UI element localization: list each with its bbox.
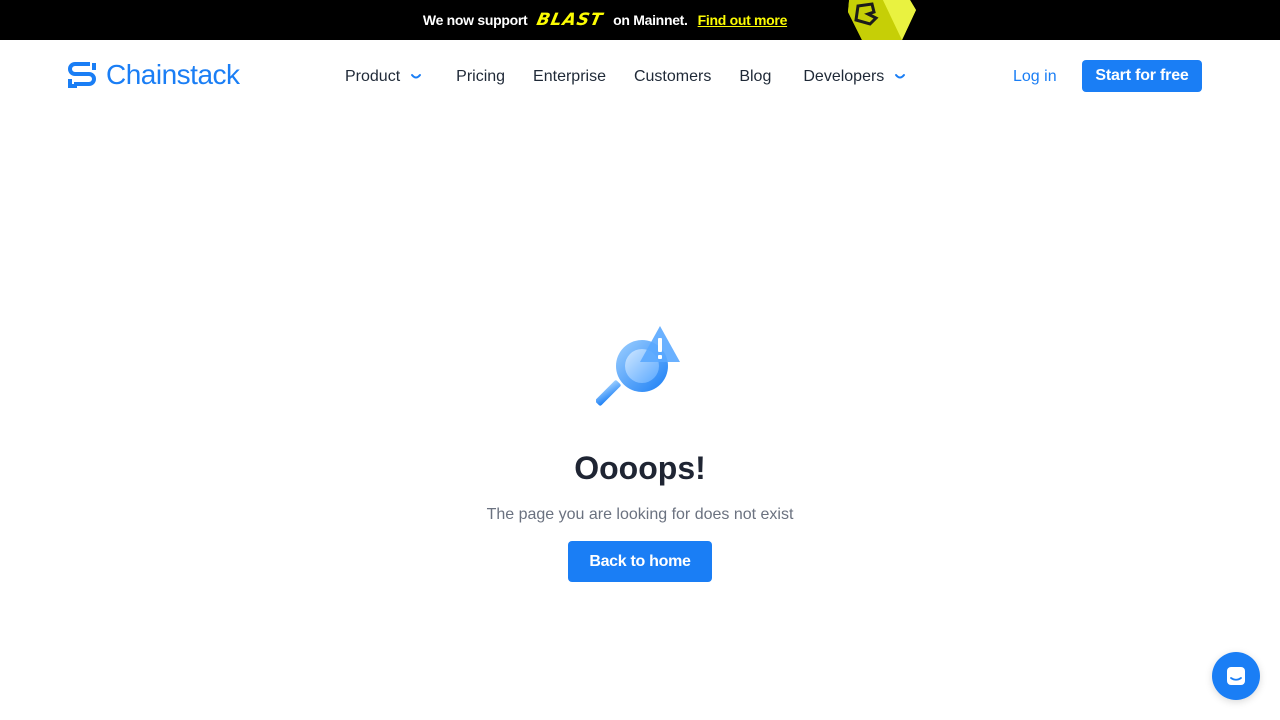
nav-item-label: Blog <box>739 68 772 85</box>
chevron-down-icon <box>411 74 422 79</box>
nav-item-pricing[interactable]: Pricing <box>456 68 505 86</box>
find-out-more-link[interactable]: Find out more <box>698 12 788 28</box>
announcement-bar: We now support BLAST on Mainnet. Find ou… <box>0 0 1280 40</box>
logo-text: Chainstack <box>106 59 240 90</box>
chat-icon <box>1227 667 1245 685</box>
back-to-home-button[interactable]: Back to home <box>568 541 712 582</box>
start-for-free-button[interactable]: Start for free <box>1082 60 1202 92</box>
main-nav: Product Pricing Enterprise Customers Blo… <box>345 68 934 86</box>
announcement-content: We now support BLAST on Mainnet. Find ou… <box>423 10 787 30</box>
blast-cube-icon <box>848 0 916 40</box>
nav-item-customers[interactable]: Customers <box>634 68 711 86</box>
nav-item-label: Pricing <box>456 68 506 85</box>
nav-item-label: Enterprise <box>533 68 606 85</box>
nav-item-product[interactable]: Product <box>345 68 422 86</box>
login-link[interactable]: Log in <box>1013 68 1057 86</box>
nav-item-developers[interactable]: Developers <box>803 68 906 86</box>
chainstack-logo[interactable]: Chainstack <box>66 59 240 91</box>
nav-item-label: Customers <box>633 68 712 85</box>
chevron-down-icon <box>895 74 906 79</box>
blast-logo: BLAST <box>535 10 606 30</box>
site-header: Chainstack Product Pricing Enterprise Cu… <box>0 40 1280 114</box>
chat-launcher-button[interactable] <box>1212 652 1260 700</box>
chainstack-logo-icon <box>68 62 96 88</box>
search-warning-icon <box>596 326 680 406</box>
nav-item-enterprise[interactable]: Enterprise <box>533 68 606 86</box>
error-title: Oooops! <box>574 450 706 486</box>
error-message: The page you are looking for does not ex… <box>486 506 794 523</box>
nav-item-label: Product <box>345 68 401 85</box>
announcement-prefix: We now support <box>422 12 528 28</box>
announcement-suffix: on Mainnet. <box>613 12 688 28</box>
nav-item-blog[interactable]: Blog <box>739 68 771 86</box>
nav-item-label: Developers <box>803 68 885 85</box>
